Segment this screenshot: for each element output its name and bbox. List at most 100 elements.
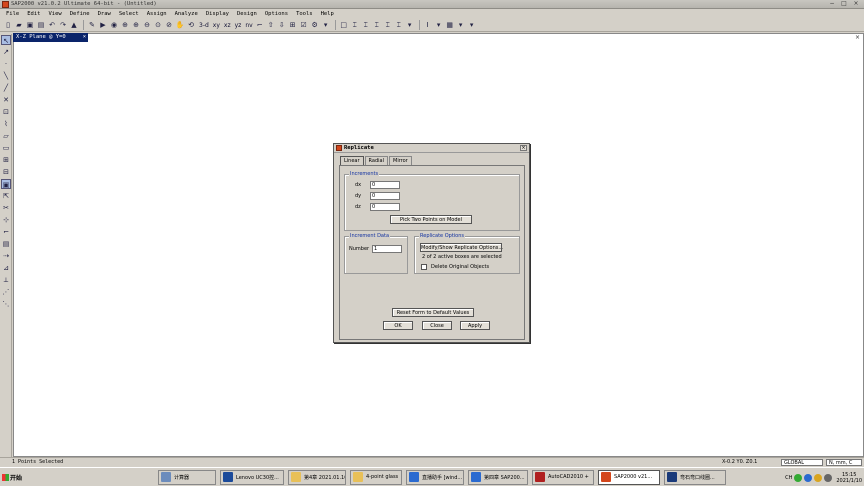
check-icon[interactable]: ☑ [299, 20, 309, 30]
draw-link-icon[interactable]: ⌇ [1, 119, 11, 129]
menu-analyze[interactable]: Analyze [175, 11, 198, 17]
snap-fine-grid-icon[interactable]: ⋱ [1, 299, 11, 309]
pointer-icon[interactable]: ↖ [1, 35, 11, 45]
dy-input[interactable]: 0 [370, 192, 400, 200]
taskbar-task[interactable]: AutoCAD2010 + [532, 469, 594, 485]
menu-tools[interactable]: Tools [296, 11, 313, 17]
get-previous-icon[interactable]: ⇱ [1, 191, 11, 201]
units-select[interactable]: N, mm, C [826, 459, 862, 466]
draw-rect-area-icon[interactable]: ▭ [1, 143, 11, 153]
menu-define[interactable]: Define [70, 11, 90, 17]
snap-icon[interactable]: ⌐ [1, 227, 11, 237]
zoom-out-icon[interactable]: ⊖ [142, 20, 152, 30]
draw-brace-icon[interactable]: ✕ [1, 95, 11, 105]
taskbar-task[interactable]: 4-point glass [350, 469, 402, 485]
reset-form-button[interactable]: Reset Form to Default Values [392, 308, 474, 317]
reshape-icon[interactable]: ↗ [1, 47, 11, 57]
down-arrow-icon[interactable]: ⇩ [277, 20, 287, 30]
dialog-close-icon[interactable]: × [520, 145, 527, 151]
modify-show-replicate-options-button[interactable]: Modify/Show Replicate Options... [420, 243, 503, 252]
taskbar-task[interactable]: Lenovo UC30控... [220, 469, 284, 485]
new-file-icon[interactable]: ▯ [3, 20, 13, 30]
snap-intersection-icon[interactable]: ⊿ [1, 263, 11, 273]
area-section-dropdown-icon[interactable]: ▾ [456, 20, 466, 30]
pencil-icon[interactable]: ✎ [87, 20, 97, 30]
tray-speaker-icon[interactable] [824, 473, 833, 482]
start-button[interactable]: 开始 [2, 470, 24, 485]
menu-draw[interactable]: Draw [98, 11, 111, 17]
dropdown-arrow-icon[interactable]: ▾ [321, 20, 331, 30]
view-3d-button[interactable]: 3-d [199, 22, 209, 29]
view-xz-button[interactable]: xz [224, 22, 231, 29]
more-dropdown-icon[interactable]: ▾ [467, 20, 477, 30]
taskbar-task[interactable]: 弯石弯口线圈... [664, 469, 726, 485]
menu-display[interactable]: Display [206, 11, 229, 17]
draw-point-icon[interactable]: · [1, 59, 11, 69]
draw-area-icon[interactable]: ▱ [1, 131, 11, 141]
menu-assign[interactable]: Assign [147, 11, 167, 17]
refresh-icon[interactable]: ◉ [109, 20, 119, 30]
ok-button[interactable]: OK [383, 321, 413, 330]
dx-input[interactable]: 0 [370, 181, 400, 189]
frame-wire-2-icon[interactable]: ⌶ [361, 20, 371, 30]
print-icon[interactable]: ▤ [36, 20, 46, 30]
view-tab-xz-plane[interactable]: X-Z Plane @ Y=0 × [13, 33, 88, 42]
taskbar-task[interactable]: SAP2000 v21... [598, 469, 660, 485]
frame-wire-3-icon[interactable]: ⌶ [372, 20, 382, 30]
frame-wire-4-icon[interactable]: ⌶ [383, 20, 393, 30]
draw-secondary-icon[interactable]: ⊡ [1, 107, 11, 117]
area-section-icon[interactable]: ▦ [445, 20, 455, 30]
frame-wire-icon[interactable]: ⌶ [350, 20, 360, 30]
view-nv-button[interactable]: nv [245, 22, 252, 29]
number-input[interactable]: 1 [372, 245, 402, 253]
open-folder-icon[interactable]: ▰ [14, 20, 24, 30]
tab-mirror[interactable]: Mirror [389, 156, 412, 165]
menu-design[interactable]: Design [237, 11, 257, 17]
dz-input[interactable]: 0 [370, 203, 400, 211]
menu-select[interactable]: Select [119, 11, 139, 17]
coord-system-select[interactable]: GLOBAL [781, 459, 823, 466]
lock-icon[interactable]: ▲ [69, 20, 79, 30]
snap-points-icon[interactable]: ▤ [1, 239, 11, 249]
undo-icon[interactable]: ↶ [47, 20, 57, 30]
close-window-button[interactable]: × [850, 0, 862, 8]
canvas-close-icon[interactable]: × [855, 34, 860, 41]
minimize-button[interactable]: − [826, 0, 838, 8]
tray-green-icon[interactable] [794, 473, 803, 482]
tab-radial[interactable]: Radial [364, 156, 388, 165]
view-xy-button[interactable]: xy [213, 22, 220, 29]
zoom-previous-icon[interactable]: ⊘ [164, 20, 174, 30]
tray-clock[interactable]: 15:15 2021/1/10 [836, 472, 862, 484]
frame-icon[interactable]: □ [339, 20, 349, 30]
draw-frame-icon[interactable]: ╲ [1, 71, 11, 81]
delete-original-checkbox[interactable] [421, 264, 427, 270]
close-button[interactable]: Close [422, 321, 452, 330]
draw-frame-quick-icon[interactable]: ╱ [1, 83, 11, 93]
taskbar-task[interactable]: 第四章 SAP200... [468, 469, 528, 485]
redo-icon[interactable]: ↷ [58, 20, 68, 30]
menu-view[interactable]: View [49, 11, 62, 17]
rotate-3d-icon[interactable]: ⟲ [186, 20, 196, 30]
up-arrow-icon[interactable]: ⇧ [266, 20, 276, 30]
select-all-icon[interactable]: ▣ [1, 179, 11, 189]
menu-help[interactable]: Help [321, 11, 334, 17]
pick-two-points-button[interactable]: Pick Two Points on Model [390, 215, 472, 224]
show-grid-icon[interactable]: ⊞ [288, 20, 298, 30]
snap-perpendicular-icon[interactable]: ⟂ [1, 275, 11, 285]
snap-lines-icon[interactable]: ⋰ [1, 287, 11, 297]
save-icon[interactable]: ▣ [25, 20, 35, 30]
maximize-button[interactable]: □ [838, 0, 850, 8]
draw-solid-icon[interactable]: ⊟ [1, 167, 11, 177]
menu-edit[interactable]: Edit [27, 11, 40, 17]
quick-area-icon[interactable]: ⊞ [1, 155, 11, 165]
menu-file[interactable]: File [6, 11, 19, 17]
frame-wire-5-icon[interactable]: ⌶ [394, 20, 404, 30]
zoom-in-icon[interactable]: ⊕ [131, 20, 141, 30]
view-yz-button[interactable]: yz [235, 22, 242, 29]
set-display-icon[interactable]: ⚙ [310, 20, 320, 30]
view-tab-close-icon[interactable]: × [83, 33, 86, 42]
clear-selection-icon[interactable]: ✂ [1, 203, 11, 213]
tray-yellow-icon[interactable] [814, 473, 823, 482]
taskbar-task[interactable]: 直播助手 [wind... [406, 469, 464, 485]
apply-button[interactable]: Apply [460, 321, 490, 330]
